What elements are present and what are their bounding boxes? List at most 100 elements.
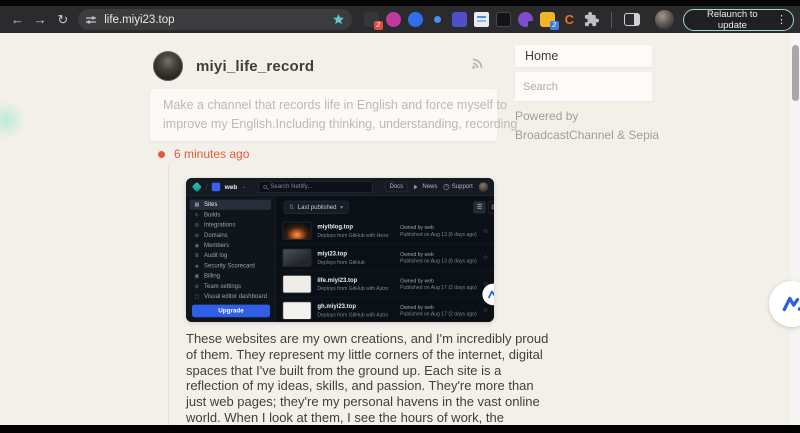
password-manager-extension-icon[interactable]: 2	[364, 12, 379, 27]
dash-sidebar-item-billing: ▣Billing	[190, 271, 272, 281]
dash-sidebar-item-domains: ⊕Domains	[190, 230, 272, 240]
magenta-extension-icon[interactable]	[386, 12, 401, 27]
bio-line: Make a channel that records life in Engl…	[163, 96, 484, 115]
site-thumbnail	[283, 249, 312, 267]
dash-nav-news: News	[414, 183, 437, 190]
post-body: These websites are my own creations, and…	[186, 331, 548, 426]
document-extension-icon[interactable]	[474, 12, 489, 27]
dash-sidebar-item-security-scorecard: ◈Security Scorecard	[190, 261, 272, 271]
dash-upgrade-button: Upgrade	[192, 305, 270, 318]
dash-nav-docs: Docs	[385, 182, 408, 192]
list-view-toggle-icon: ☰	[474, 201, 486, 213]
toolbar-separator	[611, 12, 612, 28]
purple-extension-icon[interactable]	[518, 12, 533, 27]
url-text[interactable]: life.miyi23.top	[104, 14, 325, 26]
dash-sidebar-item-sites: ▤Sites	[190, 200, 272, 210]
channel-bio: Make a channel that records life in Engl…	[150, 89, 497, 141]
dash-main: ⇅ Last published ▾ ☰ ▦ miyiblog.topDeplo…	[275, 196, 494, 322]
netlify-logo-icon	[192, 182, 202, 192]
monica-floating-button[interactable]	[769, 281, 800, 327]
timeline-line	[168, 166, 169, 425]
caret-down-icon: ▾	[340, 204, 343, 211]
browser-profile-avatar[interactable]	[655, 10, 674, 29]
dash-search-box: Search Netlify...	[258, 181, 372, 193]
channel-avatar[interactable]	[153, 51, 183, 81]
site-thumbnail	[283, 301, 312, 319]
extensions-puzzle-icon[interactable]	[584, 12, 599, 27]
browser-menu-icon[interactable]: ⋮	[776, 13, 787, 26]
audit-log-icon: ≣	[194, 253, 200, 258]
rss-icon[interactable]	[470, 55, 486, 71]
indigo-extension-icon[interactable]	[452, 12, 467, 27]
breadcrumb-slash: /	[206, 183, 208, 191]
powered-by-link[interactable]: BroadcastChannel & Sepia	[515, 126, 659, 145]
browser-chrome: ← → ↻ life.miyi23.top 2 2 C	[0, 0, 800, 33]
support-question-icon: ?	[443, 184, 449, 190]
dash-sort-dropdown: ⇅ Last published ▾	[284, 201, 349, 214]
omnibox[interactable]: life.miyi23.top	[78, 9, 352, 30]
members-icon: ◉	[194, 243, 200, 248]
sites-icon: ▤	[194, 202, 200, 207]
favorite-star-icon: ☆	[483, 306, 489, 314]
back-button[interactable]: ←	[6, 9, 29, 31]
post-image-netlify-dashboard[interactable]: / web ⌄ Search Netlify... Docs News ?Sup…	[186, 178, 494, 322]
team-settings-icon: ⚙	[194, 284, 200, 289]
bookmark-star-icon[interactable]	[332, 13, 345, 26]
builds-icon: ↻	[194, 212, 200, 217]
dash-site-row: gh.miyi23.topDeploys from GitHub with As…	[275, 297, 494, 322]
post-timestamp[interactable]: 6 minutes ago	[174, 147, 249, 161]
dash-search-placeholder: Search Netlify...	[270, 183, 312, 190]
billing-icon: ▣	[194, 273, 200, 278]
site-thumbnail	[283, 275, 312, 293]
dash-nav-support: ?Support	[443, 183, 472, 190]
dash-sidebar: ▤Sites ↻Builds ⊞Integrations ⊕Domains ◉M…	[186, 196, 275, 322]
left-edge-glow	[0, 100, 26, 140]
team-name: web	[225, 183, 238, 190]
sidebar-search-box	[515, 72, 652, 101]
page-scrollbar[interactable]	[791, 33, 800, 425]
dash-sidebar-item-audit-log: ≣Audit log	[190, 251, 272, 261]
favorite-star-icon: ☆	[483, 254, 489, 262]
team-chip-icon	[212, 183, 220, 191]
site-thumbnail	[283, 222, 312, 240]
integrations-icon: ⊞	[194, 222, 200, 227]
blue-circle-extension-icon[interactable]	[408, 12, 423, 27]
scrollbar-thumb[interactable]	[792, 45, 799, 101]
domains-icon: ⊕	[194, 233, 200, 238]
favorite-star-icon: ☆	[483, 227, 489, 235]
dash-sidebar-item-members: ◉Members	[190, 240, 272, 250]
team-switcher-chevron-icon: ⌄	[242, 183, 247, 190]
side-panel-icon[interactable]	[624, 13, 640, 26]
channel-title: miyi_life_record	[196, 58, 314, 75]
bio-line: improve my English.Including thinking, u…	[163, 115, 484, 134]
reload-button[interactable]: ↻	[51, 9, 74, 31]
blue-dot-extension-icon[interactable]	[434, 16, 441, 23]
relaunch-button[interactable]: Relaunch to update ⋮	[683, 9, 794, 31]
dark-extension-icon[interactable]	[496, 12, 511, 27]
dash-topbar: / web ⌄ Search Netlify... Docs News ?Sup…	[186, 178, 494, 196]
news-horn-icon	[414, 184, 420, 189]
dash-sidebar-item-integrations: ⊞Integrations	[190, 220, 272, 230]
dash-site-row: miyiblog.topDeploys from GitHub with Hex…	[275, 218, 494, 244]
dash-sidebar-item-team-settings: ⚙Team settings	[190, 281, 272, 291]
orange-c-extension-icon[interactable]: C	[562, 12, 577, 27]
search-icon	[263, 185, 267, 189]
dash-site-row: miyi23.topDeploys from GitHub Owned by w…	[275, 244, 494, 270]
timeline-dot	[158, 151, 165, 158]
relaunch-label: Relaunch to update	[694, 9, 771, 31]
search-input[interactable]	[523, 81, 644, 93]
dash-sidebar-item-builds: ↻Builds	[190, 210, 272, 220]
grid-view-toggle-icon: ▦	[488, 201, 494, 213]
dash-sidebar-item-visual-editor: ▢Visual editor dashboard	[190, 291, 272, 301]
forward-button[interactable]: →	[29, 9, 52, 31]
visual-editor-icon: ▢	[194, 294, 200, 299]
extensions-row: 2 2 C	[364, 10, 674, 29]
yellow-extension-icon[interactable]: 2	[540, 12, 555, 27]
security-scorecard-icon: ◈	[194, 263, 200, 268]
dash-user-avatar	[479, 182, 489, 192]
sort-icon: ⇅	[289, 204, 294, 211]
dash-site-row: life.miyi23.topDeploys from GitHub with …	[275, 270, 494, 296]
sidebar-item-home[interactable]: Home	[515, 45, 652, 67]
site-settings-icon[interactable]	[85, 14, 97, 26]
powered-by: Powered by BroadcastChannel & Sepia	[515, 107, 659, 145]
